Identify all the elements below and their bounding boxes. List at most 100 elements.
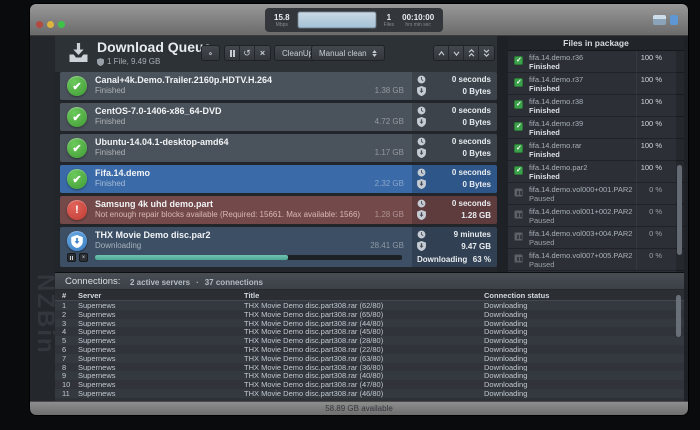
connection-row[interactable]: 11 Supernews THX Movie Demo disc.part308… xyxy=(55,389,684,398)
manual-clean-dropdown[interactable]: Manual clean xyxy=(311,45,385,61)
file-status: Finished xyxy=(529,150,560,159)
package-file-row[interactable]: fifa.14.demo.r36 Finished 100 % xyxy=(508,51,684,73)
chevron-up-icon xyxy=(438,51,445,56)
cancel-all-button[interactable]: × xyxy=(255,46,270,60)
package-file-row[interactable]: fifa.14.demo.vol007+005.PAR2 Paused 0 % xyxy=(508,249,684,271)
queue-row-error[interactable]: ! Samsung 4k uhd demo.part Not enough re… xyxy=(60,196,497,224)
download-queue-panel: Download Queue 1 File, 9.49 GB ↺ × Clean… xyxy=(55,36,497,272)
file-status: Finished xyxy=(529,84,560,93)
toggle-sidebar-icon[interactable] xyxy=(653,15,666,25)
file-state-checkbox[interactable] xyxy=(514,232,523,241)
connection-row[interactable]: 7 Supernews THX Movie Demo disc.part308.… xyxy=(55,354,684,363)
file-name: fifa.14.demo.vol001+002.PAR2 xyxy=(529,207,632,216)
package-file-row[interactable]: fifa.14.demo.vol001+002.PAR2 Paused 0 % xyxy=(508,205,684,227)
connection-num: 4 xyxy=(62,327,78,336)
bytes-left: 1.28 GB xyxy=(461,211,491,220)
left-strip: NZBin xyxy=(30,36,55,401)
close-icon: × xyxy=(260,48,265,58)
package-file-row[interactable]: fifa.14.demo.vol000+001.PAR2 Paused 0 % xyxy=(508,183,684,205)
sidebar-scrollbar[interactable] xyxy=(676,51,684,272)
connection-row[interactable]: 2 Supernews THX Movie Demo disc.part308.… xyxy=(55,310,684,319)
connection-status: Downloading xyxy=(484,310,684,319)
pause-all-button[interactable] xyxy=(225,46,240,60)
file-percent: 0 % xyxy=(649,185,662,194)
separator-dot: · xyxy=(196,278,199,287)
file-state-checkbox[interactable] xyxy=(514,166,523,175)
package-file-row[interactable]: fifa.14.demo.rar Finished 100 % xyxy=(508,139,684,161)
connection-title: THX Movie Demo disc.part308.rar (47/80) xyxy=(244,380,484,389)
file-state-checkbox[interactable] xyxy=(514,100,523,109)
files-unit: Files xyxy=(384,22,395,28)
gear-icon xyxy=(209,49,212,58)
package-file-row[interactable]: fifa.14.demo.r38 Finished 100 % xyxy=(508,95,684,117)
connection-status: Downloading xyxy=(484,327,684,336)
package-file-list: fifa.14.demo.r36 Finished 100 % fifa.14.… xyxy=(508,51,684,271)
queue-item-stats: 0 seconds 1.28 GB xyxy=(412,196,497,224)
queue-row-downloading[interactable]: THX Movie Demo disc.par2 Downloading 28.… xyxy=(60,227,497,267)
connections-header: Connections: 2 active servers · 37 conne… xyxy=(55,273,684,290)
clock-icon xyxy=(417,168,426,177)
file-state-checkbox[interactable] xyxy=(514,210,523,219)
connection-num: 9 xyxy=(62,371,78,380)
time-left: 0 seconds xyxy=(452,137,491,146)
settings-button[interactable] xyxy=(201,45,220,61)
connection-row[interactable]: 8 Supernews THX Movie Demo disc.part308.… xyxy=(55,363,684,372)
page-title: Download Queue xyxy=(97,39,211,55)
pause-icon xyxy=(70,256,73,260)
queue-summary-text: 1 File, 9.49 GB xyxy=(107,57,160,66)
move-up-button[interactable] xyxy=(434,46,449,60)
connection-title: THX Movie Demo disc.part308.rar (22/80) xyxy=(244,345,484,354)
connection-num: 8 xyxy=(62,363,78,372)
move-to-top-button[interactable] xyxy=(464,46,479,60)
connection-row[interactable]: 3 Supernews THX Movie Demo disc.part308.… xyxy=(55,319,684,328)
shield-download-icon xyxy=(417,179,426,189)
clock-icon xyxy=(417,106,426,115)
zoom-window-button[interactable] xyxy=(58,21,65,28)
move-down-button[interactable] xyxy=(449,46,464,60)
connection-row[interactable]: 4 Supernews THX Movie Demo disc.part308.… xyxy=(55,327,684,336)
file-state-checkbox[interactable] xyxy=(514,144,523,153)
progress-bar xyxy=(95,255,402,260)
column-status: Connection status xyxy=(484,291,684,300)
toggle-panel-icon[interactable] xyxy=(670,15,678,25)
file-status: Paused xyxy=(529,216,554,225)
connection-row[interactable]: 6 Supernews THX Movie Demo disc.part308.… xyxy=(55,345,684,354)
connection-row[interactable]: 9 Supernews THX Movie Demo disc.part308.… xyxy=(55,371,684,380)
package-file-row[interactable]: fifa.14.demo.r37 Finished 100 % xyxy=(508,73,684,95)
retry-button[interactable]: ↺ xyxy=(240,46,255,60)
file-state-checkbox[interactable] xyxy=(514,78,523,87)
file-name: fifa.14.demo.vol007+005.PAR2 xyxy=(529,251,632,260)
close-window-button[interactable] xyxy=(36,21,43,28)
file-name: fifa.14.demo.r38 xyxy=(529,97,583,106)
move-to-bottom-button[interactable] xyxy=(479,46,494,60)
pause-item-button[interactable] xyxy=(67,253,76,262)
file-state-checkbox[interactable] xyxy=(514,188,523,197)
queue-item-size: 28.41 GB xyxy=(370,241,404,250)
connection-status: Downloading xyxy=(484,354,684,363)
connection-row[interactable]: 5 Supernews THX Movie Demo disc.part308.… xyxy=(55,336,684,345)
file-percent: 100 % xyxy=(641,97,662,106)
package-file-row[interactable]: fifa.14.demo.vol003+004.PAR2 Paused 0 % xyxy=(508,227,684,249)
connections-table-header: # Server Title Connection status xyxy=(55,290,684,301)
file-status: Paused xyxy=(529,260,554,269)
connection-num: 2 xyxy=(62,310,78,319)
package-file-row[interactable]: fifa.14.demo.par2 Finished 100 % xyxy=(508,161,684,183)
finished-check-icon: ✔ xyxy=(67,169,87,189)
minimize-window-button[interactable] xyxy=(47,21,54,28)
connections-scrollbar-thumb[interactable] xyxy=(676,295,681,337)
clock-icon xyxy=(417,199,426,208)
file-state-checkbox[interactable] xyxy=(514,56,523,65)
connection-row[interactable]: 1 Supernews THX Movie Demo disc.part308.… xyxy=(55,301,684,310)
file-percent: 100 % xyxy=(641,163,662,172)
file-state-checkbox[interactable] xyxy=(514,254,523,263)
bytes-left: 9.47 GB xyxy=(461,242,491,251)
queue-row-selected[interactable]: ✔ Fifa.14.demo Finished 2.32 GB 0 second… xyxy=(60,165,497,193)
queue-row[interactable]: ✔ CentOS-7.0-1406-x86_64-DVD Finished 4.… xyxy=(60,103,497,131)
cancel-item-button[interactable]: × xyxy=(79,253,88,262)
connection-row[interactable]: 10 Supernews THX Movie Demo disc.part308… xyxy=(55,380,684,389)
file-state-checkbox[interactable] xyxy=(514,122,523,131)
queue-row[interactable]: ✔ Canal+4k.Demo.Trailer.2160p.HDTV.H.264… xyxy=(60,72,497,100)
sidebar-scrollbar-thumb[interactable] xyxy=(677,165,682,255)
package-file-row[interactable]: fifa.14.demo.r39 Finished 100 % xyxy=(508,117,684,139)
queue-row[interactable]: ✔ Ubuntu-14.04.1-desktop-amd64 Finished … xyxy=(60,134,497,162)
